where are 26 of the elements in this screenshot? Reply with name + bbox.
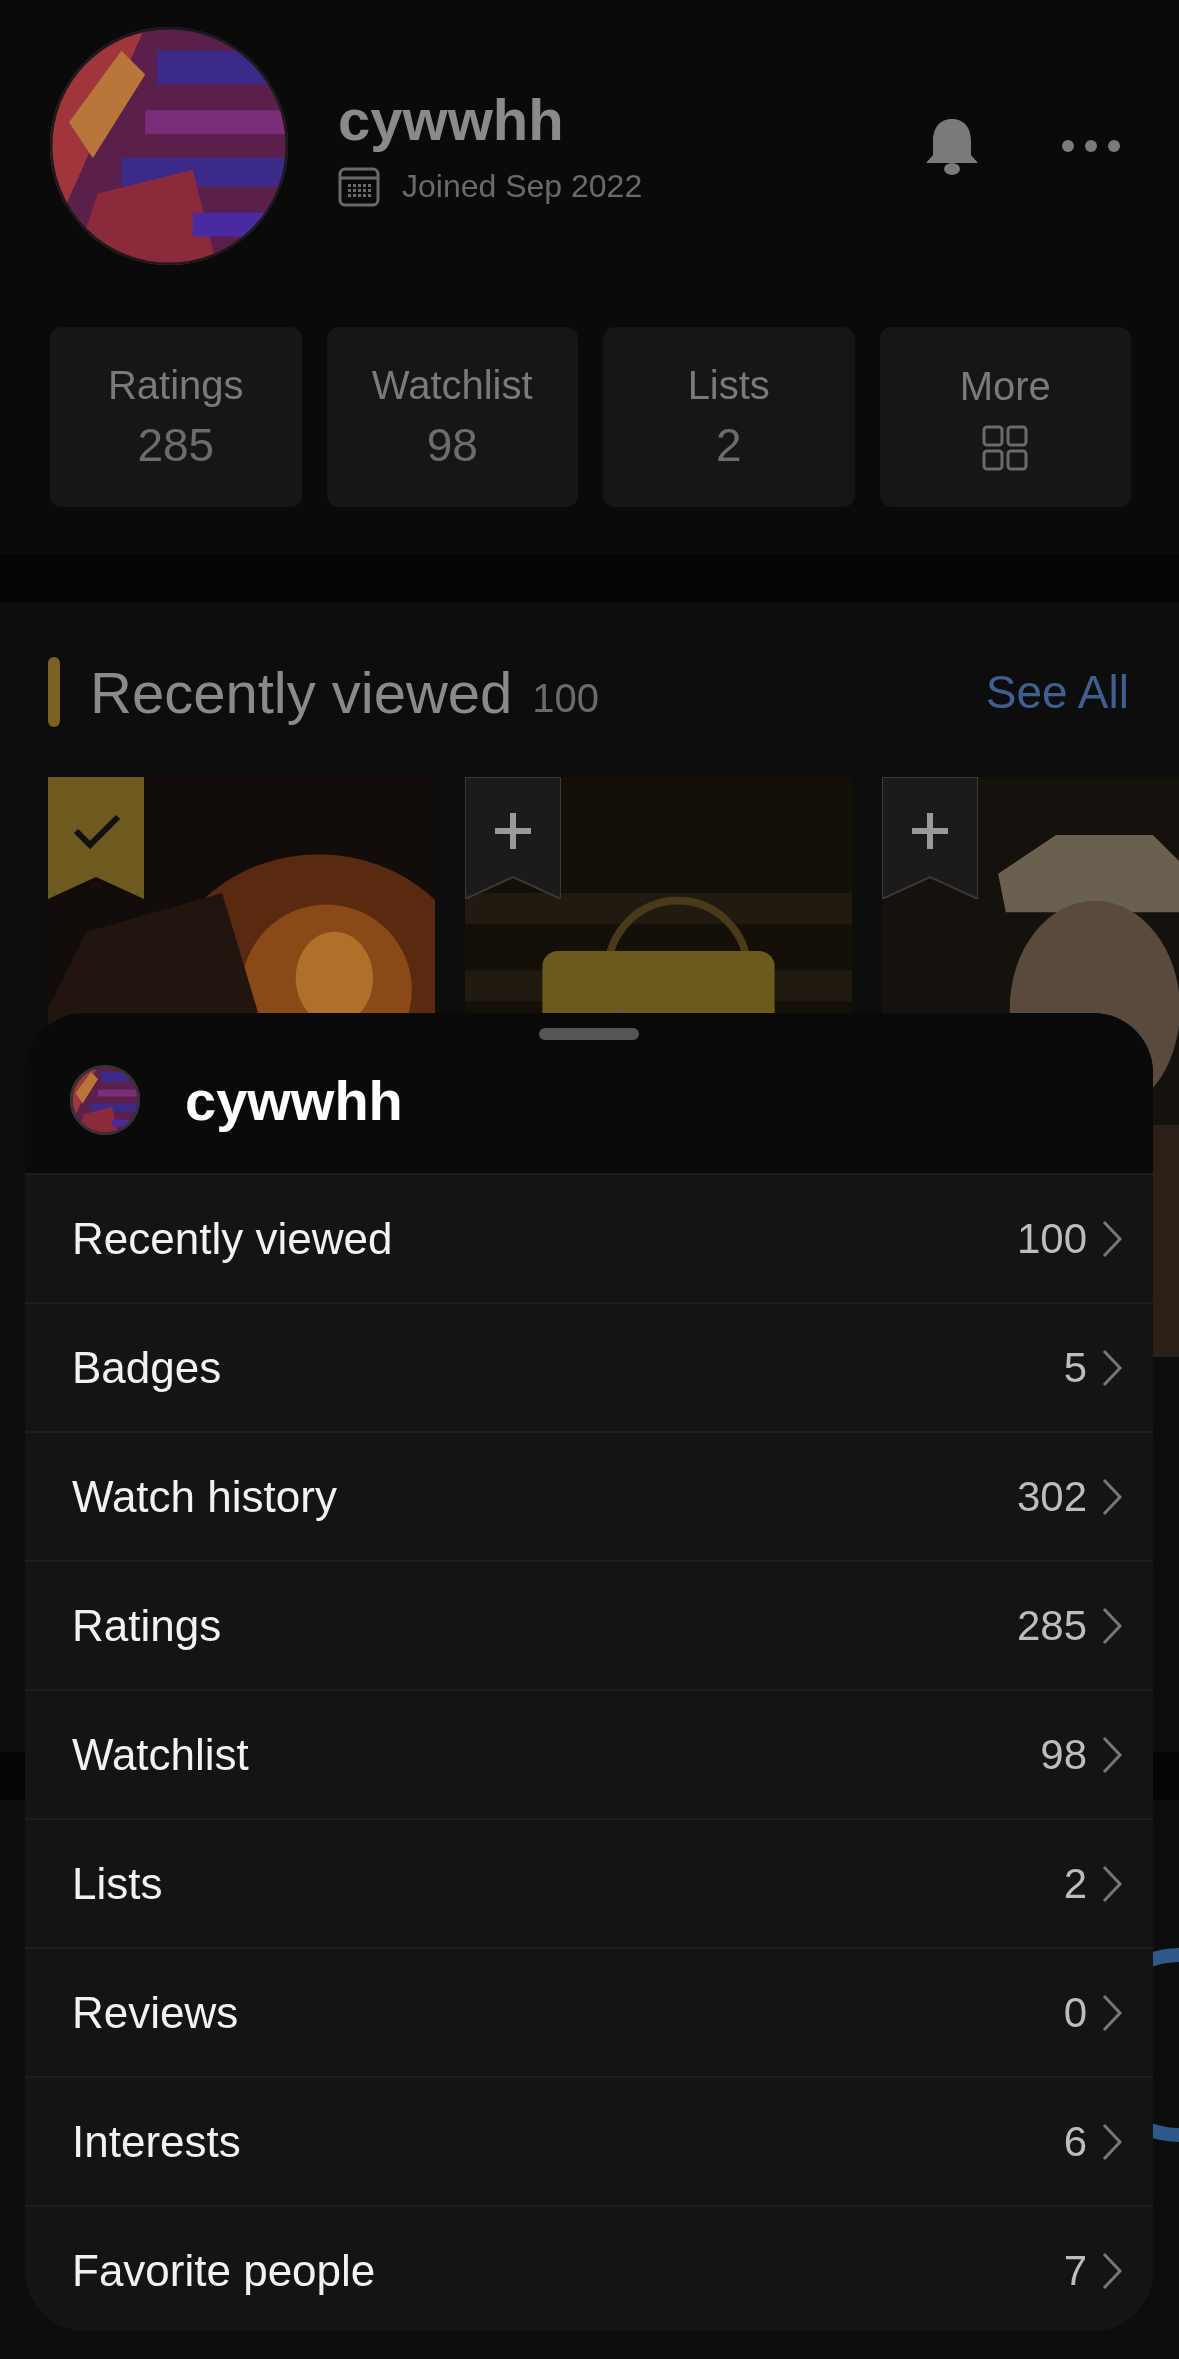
calendar-icon <box>338 166 380 207</box>
stat-card[interactable]: More <box>879 327 1131 507</box>
chevron-icon <box>1101 1347 1123 1388</box>
watchlist-ribbon[interactable] <box>465 777 561 899</box>
chevron-icon <box>1101 1734 1123 1775</box>
stat-card[interactable]: Ratings 285 <box>50 327 302 507</box>
chevron-icon <box>1101 1992 1123 2033</box>
chevron-icon <box>1101 2121 1123 2162</box>
stat-card[interactable]: Watchlist 98 <box>326 327 578 507</box>
chevron-icon <box>1101 1863 1123 1904</box>
join-date: Joined Sep 2022 <box>402 168 643 205</box>
stat-card[interactable]: Lists 2 <box>603 327 855 507</box>
more-options-icon[interactable] <box>1061 139 1121 153</box>
accent-bar <box>48 657 60 727</box>
watchlist-ribbon[interactable] <box>882 777 978 899</box>
drag-handle[interactable] <box>539 1028 639 1040</box>
grid-icon <box>982 424 1029 471</box>
chevron-icon <box>1101 1605 1123 1646</box>
chevron-icon <box>1101 2250 1123 2291</box>
chevron-icon <box>1101 1476 1123 1517</box>
watchlist-ribbon[interactable] <box>48 777 144 899</box>
section-title: Recently viewed <box>90 658 513 726</box>
sheet-username: cywwhh <box>185 1067 403 1133</box>
chevron-icon <box>1101 1218 1123 1259</box>
section-count: 100 <box>532 675 601 721</box>
username: cywwhh <box>338 85 565 153</box>
